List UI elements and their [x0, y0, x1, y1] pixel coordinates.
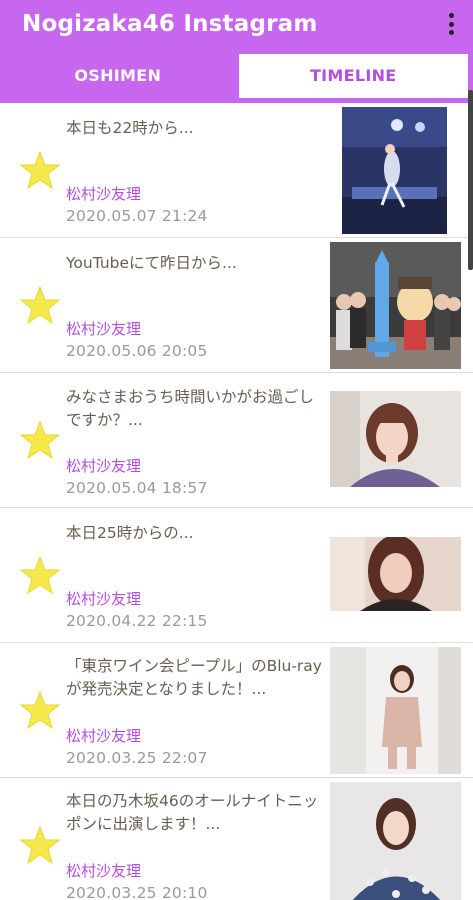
post-author: 松村沙友理: [66, 457, 142, 475]
post-date: 2020.04.22 22:15: [66, 612, 208, 630]
post-thumbnail[interactable]: [330, 391, 461, 487]
post-text: 「東京ワイン会ピープル」のBlu-rayが発売決定となりました！...: [66, 657, 322, 698]
post-text: 本日も22時から...: [66, 119, 194, 137]
post-author: 松村沙友理: [66, 185, 142, 203]
post-date: 2020.03.25 22:07: [66, 749, 208, 767]
tab-bar: OSHIMEN TIMELINE: [0, 48, 473, 103]
more-vert-icon[interactable]: [441, 10, 461, 38]
tab-timeline[interactable]: TIMELINE: [236, 51, 470, 100]
post-date: 2020.05.04 18:57: [66, 479, 208, 497]
post-thumbnail[interactable]: [330, 782, 461, 900]
star-icon[interactable]: [20, 690, 60, 730]
star-icon[interactable]: [20, 825, 60, 865]
list-item[interactable]: 「東京ワイン会ピープル」のBlu-rayが発売決定となりました！... 松村沙友…: [0, 643, 473, 778]
star-icon[interactable]: [20, 150, 60, 190]
app-title: Nogizaka46 Instagram: [22, 11, 318, 37]
post-thumbnail[interactable]: [330, 242, 461, 369]
list-item[interactable]: 本日25時からの... 松村沙友理 2020.04.22 22:15: [0, 508, 473, 643]
tab-oshimen[interactable]: OSHIMEN: [3, 51, 233, 100]
star-icon[interactable]: [20, 420, 60, 460]
menu-dot: [448, 21, 454, 27]
scrollbar[interactable]: [468, 90, 473, 270]
post-thumbnail[interactable]: [330, 647, 461, 774]
post-date: 2020.03.25 20:10: [66, 884, 208, 900]
app-bar: Nogizaka46 Instagram: [0, 0, 473, 48]
post-text: YouTubeにて昨日から...: [66, 254, 237, 272]
post-author: 松村沙友理: [66, 590, 142, 608]
post-author: 松村沙友理: [66, 320, 142, 338]
star-icon[interactable]: [20, 555, 60, 595]
star-icon[interactable]: [20, 285, 60, 325]
list-item[interactable]: みなさまおうち時間いかがお過ごしですか？... 松村沙友理 2020.05.04…: [0, 373, 473, 508]
post-list[interactable]: 本日も22時から... 松村沙友理 2020.05.07 21:24 YouTu…: [0, 103, 473, 900]
list-item[interactable]: 本日の乃木坂46のオールナイトニッポンに出演します！... 松村沙友理 2020…: [0, 778, 473, 900]
post-date: 2020.05.06 20:05: [66, 342, 208, 360]
menu-dot: [448, 13, 454, 18]
post-text: 本日の乃木坂46のオールナイトニッポンに出演します！...: [66, 792, 319, 833]
post-author: 松村沙友理: [66, 862, 142, 880]
post-text: みなさまおうち時間いかがお過ごしですか？...: [66, 388, 315, 429]
post-thumbnail[interactable]: [330, 537, 461, 611]
post-thumbnail[interactable]: [342, 107, 447, 234]
post-text: 本日25時からの...: [66, 524, 194, 542]
menu-dot: [448, 30, 454, 35]
list-item[interactable]: 本日も22時から... 松村沙友理 2020.05.07 21:24: [0, 103, 473, 238]
list-item[interactable]: YouTubeにて昨日から... 松村沙友理 2020.05.06 20:05: [0, 238, 473, 373]
post-date: 2020.05.07 21:24: [66, 207, 208, 225]
post-author: 松村沙友理: [66, 727, 142, 745]
